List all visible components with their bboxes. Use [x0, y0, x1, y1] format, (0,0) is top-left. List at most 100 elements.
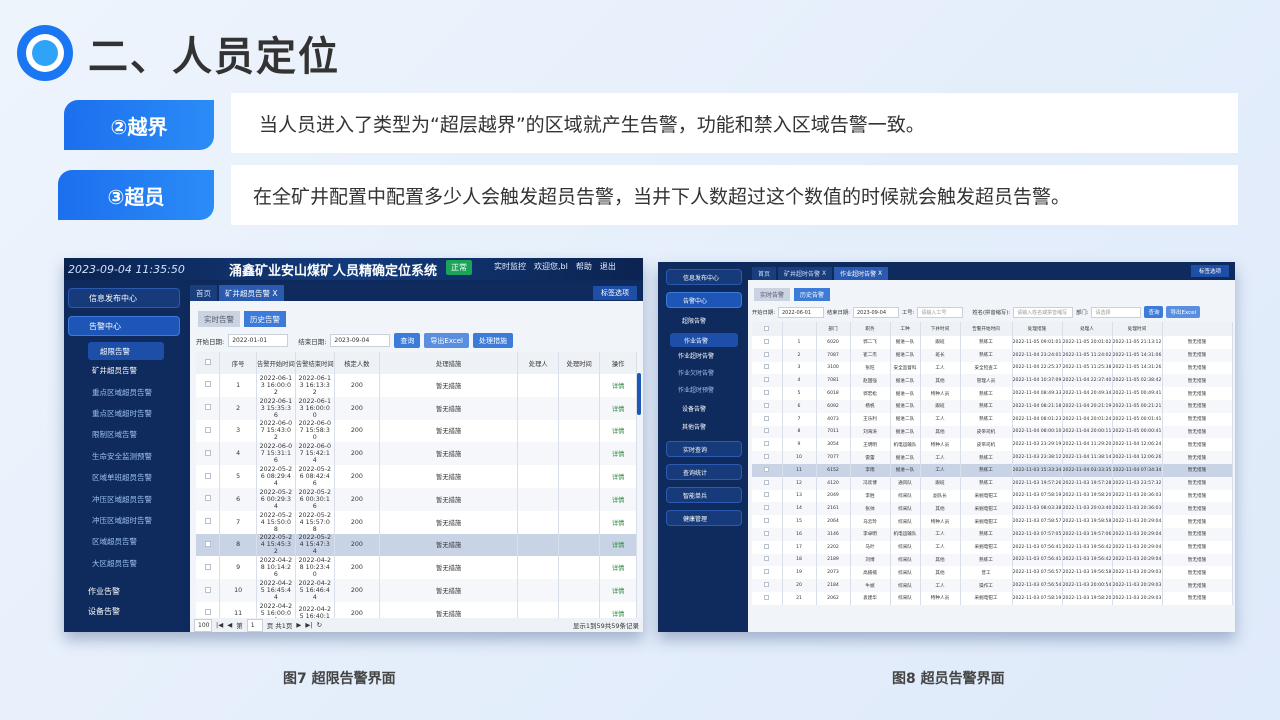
- tab-mine-overtime[interactable]: 矿井超时告警 X: [778, 267, 833, 280]
- start-date-input[interactable]: 2022-01-01: [228, 334, 289, 347]
- table-row[interactable]: 18 2189 刘博 综采队 其他 熟练工 2022-11-03 07:56:41 2022-…: [752, 553, 1233, 567]
- detail-link[interactable]: 详情: [599, 396, 637, 420]
- row-checkbox[interactable]: [752, 489, 783, 503]
- tab-close-icon[interactable]: X: [822, 270, 826, 277]
- table-row[interactable]: 4 7081 赵国强 掘进二队 其他 管理人员 2022-11-04 10:37:09 202…: [752, 374, 1233, 388]
- row-checkbox[interactable]: [752, 336, 783, 349]
- subtab-history-alarm[interactable]: 历史告警: [244, 311, 286, 327]
- tab-close-icon[interactable]: X: [272, 289, 277, 298]
- dept-select[interactable]: 请选择: [1091, 306, 1142, 318]
- table-row[interactable]: 1 2022-06-1 3 16:00:0 2 2022-06-1 3 16:13:3 2 2…: [196, 374, 637, 397]
- table-row[interactable]: 4 2022-06-0 7 15:31:1 6 2022-06-0 7 15:42:1 4 2…: [196, 442, 637, 466]
- help-link[interactable]: 帮助: [576, 261, 592, 272]
- table-row[interactable]: 3 3100 张旺 安全监督科 工人 安全检查工 2022-11-04 22:25:37 20…: [752, 361, 1233, 375]
- sidebar-item[interactable]: 作业超时告警: [658, 347, 748, 364]
- sidebar-item[interactable]: 冲压区域超时告警: [64, 510, 184, 531]
- tab-home[interactable]: 首页: [190, 285, 217, 301]
- page-size-select[interactable]: 100: [194, 618, 212, 632]
- tab-options-button[interactable]: 标签选项: [593, 286, 637, 300]
- detail-link[interactable]: 详情: [599, 442, 637, 466]
- row-checkbox[interactable]: [752, 425, 783, 439]
- row-checkbox[interactable]: [752, 438, 783, 452]
- table-row[interactable]: 5 6018 郭宏松 掘进一队 特种人员 熟练工 2022-11-04 08:49:33 20…: [752, 387, 1233, 400]
- row-checkbox[interactable]: [752, 348, 783, 362]
- row-checkbox[interactable]: [752, 463, 783, 477]
- tab-work-overtime[interactable]: 作业超时告警 X: [834, 267, 889, 280]
- sidebar-item[interactable]: 生命安全监测预警: [64, 446, 184, 467]
- table-row[interactable]: 10 2022-04-2 5 16:45:4 4 2022-04-2 5 16:46:4 4…: [196, 579, 637, 602]
- nav-work-alarm[interactable]: 作业告警: [68, 582, 180, 602]
- sidebar-item[interactable]: 作业欠时告警: [658, 364, 748, 381]
- sidebar-item[interactable]: 区域单班超员告警: [64, 467, 184, 488]
- table-row[interactable]: 6 2022-05-2 6 00:29:3 4 2022-05-2 6 00:30:1 6 2…: [196, 487, 637, 511]
- row-checkbox[interactable]: [752, 502, 783, 516]
- name-input[interactable]: 请输入姓名或拼音缩写: [1013, 306, 1074, 318]
- subtab-history-alarm[interactable]: 历史告警: [794, 288, 831, 301]
- row-checkbox[interactable]: [752, 476, 783, 490]
- table-row[interactable]: 13 2049 李胜 综采队 副队长 采掘电钳工 2022-11-03 07:58:19 20…: [752, 489, 1233, 503]
- row-checkbox[interactable]: [752, 361, 783, 375]
- table-row[interactable]: 14 2161 张帅 综采队 其他 采掘电钳工 2022-11-03 08:03:38 202…: [752, 502, 1233, 516]
- table-row[interactable]: 2 7087 崔二杰 掘进二队 班长 熟练工 2022-11-04 23:24:01 2022…: [752, 348, 1233, 362]
- nav-over-limit-alarm[interactable]: 超限告警: [88, 342, 164, 360]
- table-row[interactable]: 6 6092 杨帆 掘进二队 跟班 熟练工 2022-11-04 08:21:18 2022-…: [752, 399, 1233, 413]
- sidebar-item[interactable]: 矿井超员告警: [64, 360, 184, 381]
- row-checkbox[interactable]: [752, 374, 783, 388]
- realtime-monitor-link[interactable]: 实时监控: [494, 261, 526, 272]
- refresh-icon[interactable]: ↻: [317, 621, 322, 629]
- table-row[interactable]: 8 7011 刘海涛 掘进二队 其他 皮带司机 2022-11-04 08:00:10 202…: [752, 425, 1233, 439]
- row-checkbox[interactable]: [752, 412, 783, 426]
- detail-link[interactable]: 详情: [599, 556, 637, 580]
- nav-item[interactable]: 智能单兵: [666, 487, 742, 503]
- table-row[interactable]: 5 2022-05-2 6 08:29:4 4 2022-05-2 6 08:42:4 6 2…: [196, 465, 637, 488]
- export-excel-button[interactable]: 导出Excel: [1166, 306, 1201, 318]
- row-checkbox[interactable]: [752, 566, 783, 580]
- subtab-realtime-alarm[interactable]: 实时告警: [754, 288, 791, 301]
- row-checkbox[interactable]: [196, 442, 221, 466]
- row-checkbox[interactable]: [752, 399, 783, 413]
- row-checkbox[interactable]: [752, 540, 783, 554]
- row-checkbox[interactable]: [752, 515, 783, 528]
- table-row[interactable]: 19 2073 高楠楠 综采队 其他 普工 2022-11-03 07:56:57 2022-…: [752, 566, 1233, 580]
- tab-mine-over-staff[interactable]: 矿井超员告警 X: [219, 285, 284, 301]
- nav-device-alarm[interactable]: 设备告警: [68, 602, 180, 622]
- table-scrollbar[interactable]: [637, 373, 641, 415]
- sidebar-item[interactable]: 重点区域超时告警: [64, 403, 184, 424]
- welcome-user-link[interactable]: 欢迎您,bl: [534, 261, 568, 272]
- page-number-input[interactable]: 1: [246, 618, 263, 632]
- nav-item[interactable]: 超限告警: [666, 312, 742, 328]
- row-checkbox[interactable]: [752, 527, 783, 541]
- table-row[interactable]: 3 2022-06-0 7 15:43:0 2 2022-06-0 7 15:58:3 0 2…: [196, 419, 637, 443]
- table-row[interactable]: 11 6152 李雨 掘进一队 工人 熟练工 2022-11-03 15:33:34 2022…: [752, 463, 1233, 477]
- detail-link[interactable]: 详情: [599, 374, 637, 397]
- sidebar-item[interactable]: 大区超员告警: [64, 553, 184, 574]
- nav-info-center[interactable]: 信息发布中心: [68, 288, 180, 308]
- query-button[interactable]: 查询: [394, 333, 421, 348]
- table-row[interactable]: 9 2022-04-2 8 10:14:2 6 2022-04-2 8 10:23:4 0 2…: [196, 556, 637, 580]
- nav-item[interactable]: 查询统计: [666, 464, 742, 480]
- nav-item[interactable]: 实时查询: [666, 441, 742, 457]
- logout-link[interactable]: 退出: [600, 261, 616, 272]
- table-row[interactable]: 9 3054 王明明 机电运输队 特种人员 皮带司机 2022-11-03 23:29:19…: [752, 438, 1233, 452]
- select-all-checkbox[interactable]: [752, 322, 783, 336]
- table-row[interactable]: 2 2022-06-1 3 15:35:3 6 2022-06-1 3 16:00:0 0 2…: [196, 396, 637, 420]
- nav-item[interactable]: 告警中心: [666, 292, 742, 308]
- sidebar-item[interactable]: 重点区域超员告警: [64, 381, 184, 402]
- next-page-icon[interactable]: ▶: [296, 621, 301, 629]
- table-row[interactable]: 20 2184 牛斌 综采队 工人 操作工 2022-11-03 07:56:54 2022-…: [752, 579, 1233, 592]
- detail-link[interactable]: 详情: [599, 419, 637, 443]
- sidebar-item[interactable]: 冲压区域超员告警: [64, 488, 184, 509]
- row-checkbox[interactable]: [196, 374, 221, 397]
- table-row[interactable]: 16 3146 李卓明 机电运输队 工人 熟练工 2022-11-03 07:57:05 20…: [752, 527, 1233, 541]
- end-date-input[interactable]: 2023-09-04: [852, 306, 899, 318]
- detail-link[interactable]: 详情: [599, 510, 637, 534]
- table-row[interactable]: 17 2202 马叶 综采队 工人 采掘电钳工 2022-11-03 07:56:41 202…: [752, 540, 1233, 554]
- row-checkbox[interactable]: [196, 419, 221, 443]
- table-row[interactable]: 7 4073 王乐利 掘进二队 工人 熟练工 2022-11-04 08:01:23 2022…: [752, 412, 1233, 426]
- prev-page-icon[interactable]: ◀: [227, 621, 232, 629]
- tab-home[interactable]: 首页: [752, 267, 777, 280]
- detail-link[interactable]: 详情: [599, 579, 637, 602]
- detail-link[interactable]: 详情: [599, 487, 637, 511]
- tab-close-icon[interactable]: X: [878, 270, 882, 277]
- nav-item[interactable]: 信息发布中心: [666, 269, 742, 285]
